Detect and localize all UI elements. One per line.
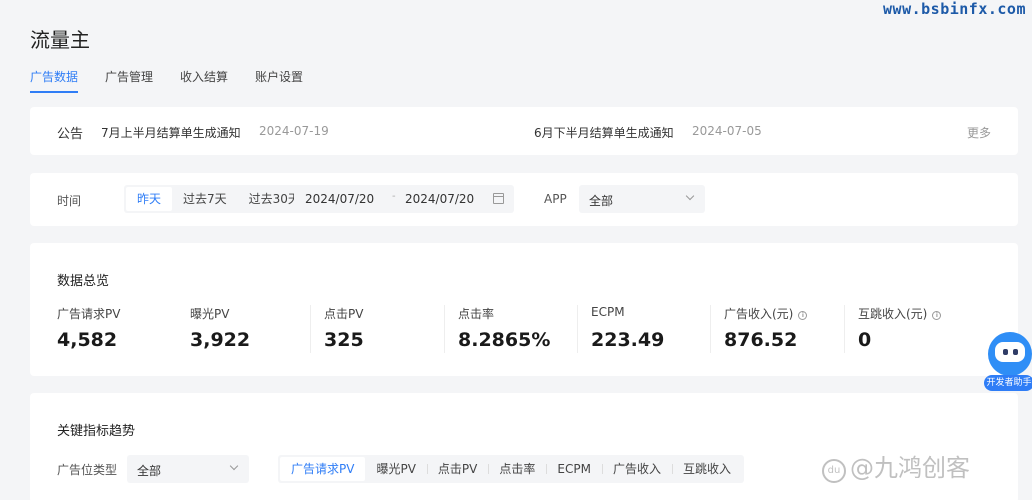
app-select-value: 全部: [589, 194, 614, 208]
metric-selector: 广告请求PV 曝光PV 点击PV 点击率 ECPM 广告收入 互跳收入: [278, 455, 744, 483]
metric-label: 广告收入(元): [724, 307, 794, 321]
ad-slot-type-label: 广告位类型: [57, 463, 118, 477]
metric-cross-jump-income: 互跳收入(元) i 0: [844, 305, 977, 353]
page-title: 流量主: [30, 28, 90, 52]
ad-slot-type-select[interactable]: 全部: [127, 455, 249, 483]
metric-value: 223.49: [591, 329, 665, 351]
time-range-segmented: 昨天 过去7天 过去30天: [124, 185, 313, 213]
metric-option-ecpm[interactable]: ECPM: [546, 457, 602, 481]
notice-item-link[interactable]: 7月上半月结算单生成通知: [101, 124, 241, 141]
date-separator: -: [392, 191, 396, 202]
robot-eye: [1013, 349, 1018, 355]
assistant-label: 开发者助手: [984, 375, 1032, 391]
app-filter-label: APP: [544, 192, 567, 206]
tab-account-settings[interactable]: 账户设置: [255, 68, 303, 93]
chevron-down-icon: [229, 461, 239, 471]
notice-bar: 公告 7月上半月结算单生成通知 2024-07-19 6月下半月结算单生成通知 …: [30, 107, 1018, 155]
section-title: 关键指标趋势: [57, 424, 136, 439]
metric-ad-request-pv: 广告请求PV 4,582: [57, 305, 190, 353]
metric-value: 8.2865%: [458, 329, 551, 351]
notice-item-date: 2024-07-05: [692, 124, 762, 138]
key-metrics-trend: 关键指标趋势 广告位类型 全部 广告请求PV 曝光PV 点击PV 点击率 ECP…: [30, 393, 1018, 500]
info-icon[interactable]: i: [932, 311, 942, 320]
metric-value: 325: [324, 329, 364, 351]
watermark: du @九鸿创客: [822, 448, 970, 483]
watermark-url: www.bsbinfx.com: [883, 0, 1026, 18]
info-icon[interactable]: i: [798, 311, 808, 320]
metric-click-rate: 点击率 8.2865%: [444, 305, 577, 353]
metric-value: 876.52: [724, 329, 798, 351]
chevron-down-icon: [685, 191, 695, 201]
time-option-7-days[interactable]: 过去7天: [172, 187, 238, 211]
calendar-icon: [493, 193, 504, 204]
data-overview: 数据总览 广告请求PV 4,582 曝光PV 3,922 点击PV 325 点击…: [30, 243, 1018, 376]
developer-assistant-button[interactable]: 开发者助手: [984, 330, 1032, 392]
section-title: 数据总览: [57, 274, 110, 289]
metric-click-pv: 点击PV 325: [310, 305, 443, 353]
metric-option-ad-request-pv[interactable]: 广告请求PV: [280, 457, 366, 481]
metric-label: 广告请求PV: [57, 307, 121, 321]
tab-ad-data[interactable]: 广告数据: [30, 68, 79, 93]
metric-option-cross-jump-income[interactable]: 互跳收入: [671, 457, 742, 481]
metric-ad-income: 广告收入(元) i 876.52: [710, 305, 843, 353]
notice-more-link[interactable]: 更多: [967, 124, 991, 141]
metric-label-row: 广告收入(元) i: [724, 305, 808, 322]
notice-item-link[interactable]: 6月下半月结算单生成通知: [534, 124, 674, 141]
time-filter-label: 时间: [57, 194, 82, 208]
date-range-picker[interactable]: 2024/07/20 - 2024/07/20: [294, 185, 514, 213]
metric-label: 互跳收入(元): [858, 307, 928, 321]
metric-exposure-pv: 曝光PV 3,922: [190, 305, 323, 353]
tab-income-settlement[interactable]: 收入结算: [180, 68, 228, 93]
metric-option-click-rate[interactable]: 点击率: [488, 457, 546, 481]
date-start: 2024/07/20: [305, 192, 375, 206]
tab-ad-management[interactable]: 广告管理: [105, 68, 153, 93]
metric-option-ad-income[interactable]: 广告收入: [601, 457, 672, 481]
metric-label: 点击率: [458, 307, 495, 321]
main-tabs: 广告数据 广告管理 收入结算 账户设置: [30, 68, 303, 93]
metric-label: ECPM: [591, 305, 625, 319]
metric-value: 0: [858, 329, 872, 351]
notice-item-date: 2024-07-19: [259, 124, 329, 138]
robot-eye: [1003, 349, 1008, 355]
metric-ecpm: ECPM 223.49: [577, 305, 710, 353]
metric-label-row: 互跳收入(元) i: [858, 305, 942, 322]
time-option-yesterday[interactable]: 昨天: [126, 187, 173, 211]
notice-label: 公告: [57, 127, 84, 142]
date-end: 2024/07/20: [405, 192, 475, 206]
metric-option-exposure-pv[interactable]: 曝光PV: [365, 457, 426, 481]
metric-value: 3,922: [190, 329, 251, 351]
metric-option-click-pv[interactable]: 点击PV: [426, 457, 488, 481]
watermark-text: @九鸿创客: [850, 454, 970, 482]
metric-label: 曝光PV: [190, 307, 230, 321]
metric-value: 4,582: [57, 329, 118, 351]
app-select[interactable]: 全部: [579, 185, 705, 213]
filter-bar: 时间 昨天 过去7天 过去30天 2024/07/20 - 2024/07/20…: [30, 173, 1018, 226]
watermark-badge: du: [822, 459, 846, 483]
ad-slot-type-value: 全部: [137, 464, 162, 478]
robot-face: [995, 342, 1025, 362]
metric-label: 点击PV: [324, 307, 364, 321]
